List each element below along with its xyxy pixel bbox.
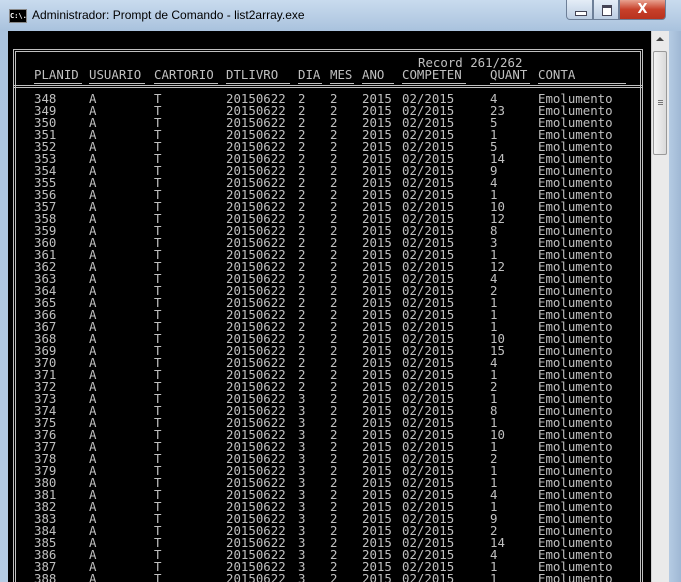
scroll-up-arrow-icon[interactable] (656, 37, 664, 41)
cell-planid: 388 (34, 571, 57, 582)
column-underline (34, 83, 82, 86)
cmd-app-icon[interactable]: C:\. (9, 9, 27, 23)
window-frame-right (669, 31, 681, 582)
column-header-dtlivro: DTLIVRO (226, 67, 279, 82)
cell-usuario: A (89, 571, 97, 582)
column-underline (226, 83, 290, 86)
console-output[interactable]: Record 261/262 PLANID USUARIO CARTORIO DTLI… (8, 31, 651, 582)
column-header-usuario: USUARIO (89, 67, 142, 82)
column-header-quant: QUANT (490, 67, 528, 82)
column-header-dia: DIA (298, 67, 321, 82)
scrollbar-thumb[interactable] (653, 51, 667, 155)
column-underline (362, 83, 394, 86)
column-underline (89, 83, 145, 86)
column-header-conta: CONTA (538, 67, 576, 82)
command-prompt-window: C:\. Administrador: Prompt de Comando - … (0, 0, 681, 582)
close-button[interactable]: X (619, 0, 666, 20)
cell-mes: 2 (330, 571, 338, 582)
window-title: Administrador: Prompt de Comando - list2… (32, 8, 305, 22)
maximize-button[interactable] (593, 0, 619, 20)
maximize-icon (602, 5, 612, 16)
column-header-ano: ANO (362, 67, 385, 82)
cell-dia: 3 (298, 571, 306, 582)
cell-ano: 2015 (362, 571, 392, 582)
column-underline (538, 83, 626, 86)
column-underline (298, 83, 322, 86)
cell-competen: 02/2015 (402, 571, 455, 582)
minimize-button[interactable] (566, 0, 593, 20)
vertical-scrollbar[interactable] (651, 31, 669, 582)
column-underline (402, 83, 466, 86)
minimize-icon (575, 11, 587, 16)
column-underline (154, 83, 218, 86)
cell-quant: 1 (490, 571, 498, 582)
title-bar[interactable]: C:\. Administrador: Prompt de Comando - … (0, 0, 681, 30)
column-underline (490, 83, 530, 86)
cell-dtlivro: 20150622 (226, 571, 286, 582)
grip-icon (658, 100, 663, 101)
column-header-mes: MES (330, 67, 353, 82)
column-header-cartorio: CARTORIO (154, 67, 214, 82)
cell-conta: Emolumento (538, 571, 613, 582)
cell-cartorio: T (154, 571, 162, 582)
column-header-competen: COMPETEN (402, 67, 462, 82)
column-header-planid: PLANID (34, 67, 79, 82)
column-underline (330, 83, 354, 86)
